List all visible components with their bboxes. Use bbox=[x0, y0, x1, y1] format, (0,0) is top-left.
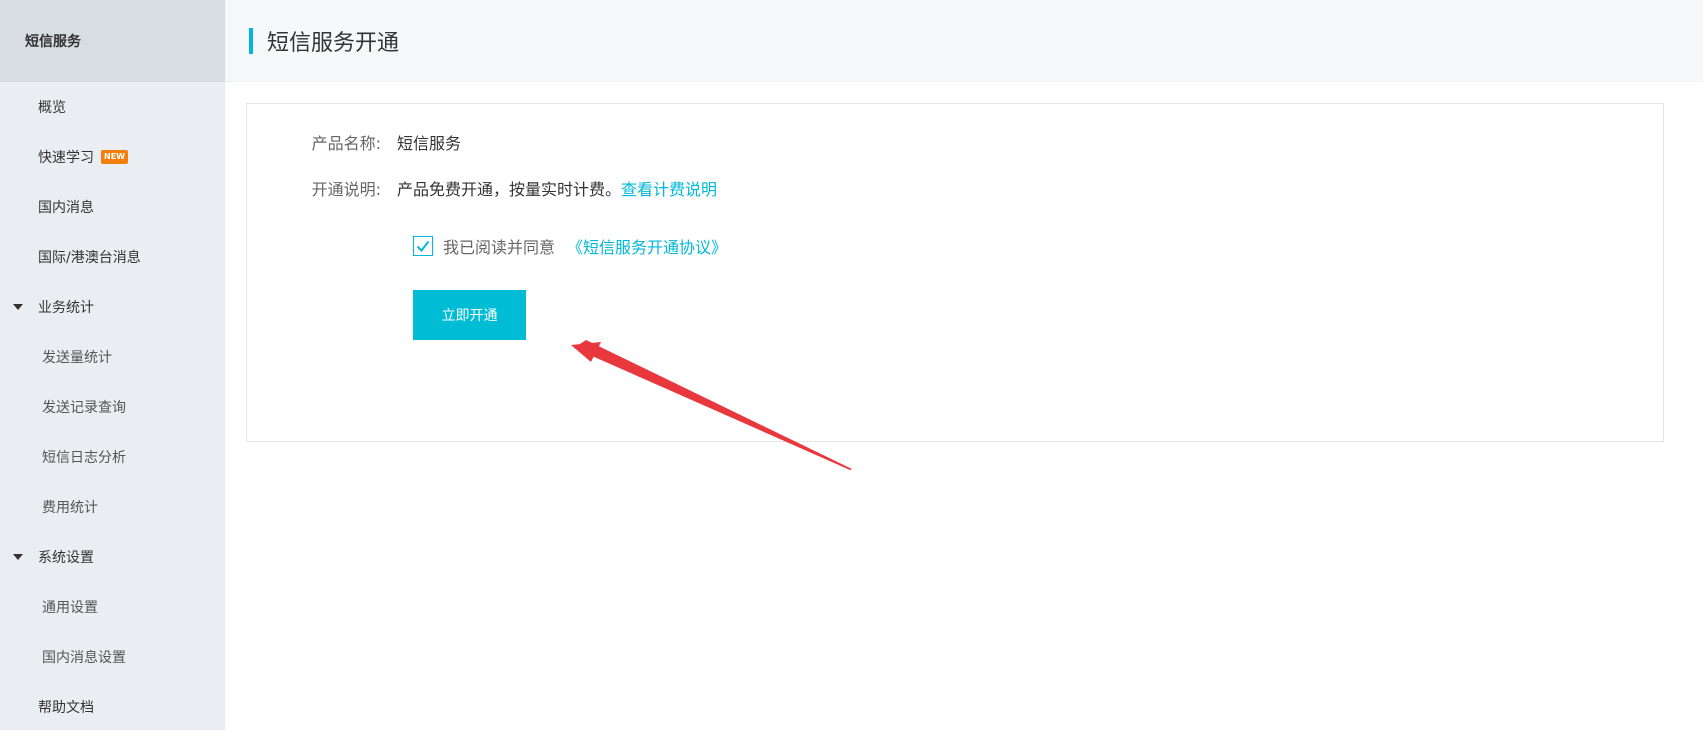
sidebar-item-label: 发送记录查询 bbox=[42, 400, 126, 416]
sidebar-item-label: 国内消息设置 bbox=[42, 650, 126, 666]
sidebar-item-domestic-messages[interactable]: 国内消息 bbox=[0, 182, 225, 232]
check-icon bbox=[416, 240, 430, 253]
billing-info-link[interactable]: 查看计费说明 bbox=[621, 176, 717, 200]
agreement-checkbox[interactable] bbox=[413, 236, 433, 256]
sidebar-item-domestic-message-settings[interactable]: 国内消息设置 bbox=[0, 632, 225, 682]
agreement-row: 我已阅读并同意 《短信服务开通协议》 bbox=[413, 234, 727, 258]
sidebar-item-system-settings[interactable]: 系统设置 bbox=[0, 532, 225, 582]
activate-button[interactable]: 立即开通 bbox=[413, 290, 526, 340]
sidebar-item-general-settings[interactable]: 通用设置 bbox=[0, 582, 225, 632]
sidebar-item-label: 费用统计 bbox=[42, 500, 98, 516]
activation-card: 产品名称: 短信服务 开通说明: 产品免费开通，按量实时计费。 查看计费说明 我… bbox=[246, 103, 1664, 442]
product-name-value: 短信服务 bbox=[397, 134, 462, 153]
sidebar-item-label: 国际/港澳台消息 bbox=[38, 250, 141, 266]
sidebar-item-label: 国内消息 bbox=[38, 200, 94, 216]
sidebar-item-label: 业务统计 bbox=[38, 300, 94, 316]
main-content: 短信服务开通 产品名称: 短信服务 开通说明: 产品免费开通，按量实时计费。 查… bbox=[225, 0, 1703, 730]
sidebar-item-label: 系统设置 bbox=[38, 550, 94, 566]
product-name-label: 产品名称: bbox=[311, 134, 381, 153]
sidebar-item-label: 概览 bbox=[38, 100, 66, 116]
sidebar-item-quick-learn[interactable]: 快速学习 NEW bbox=[0, 132, 225, 182]
sidebar-item-label: 通用设置 bbox=[42, 600, 98, 616]
description-row: 开通说明: 产品免费开通，按量实时计费。 查看计费说明 bbox=[247, 176, 717, 200]
sidebar-item-sms-log-analysis[interactable]: 短信日志分析 bbox=[0, 432, 225, 482]
page-title: 短信服务开通 bbox=[267, 30, 400, 56]
sidebar-item-international-messages[interactable]: 国际/港澳台消息 bbox=[0, 232, 225, 282]
sidebar-item-label: 发送量统计 bbox=[42, 350, 112, 366]
sidebar-item-label: 帮助文档 bbox=[38, 700, 94, 716]
caret-down-icon bbox=[13, 554, 23, 560]
sidebar-item-send-volume-stats[interactable]: 发送量统计 bbox=[0, 332, 225, 382]
description-label: 开通说明: bbox=[311, 180, 381, 199]
agreement-text: 我已阅读并同意 bbox=[443, 238, 556, 257]
title-accent-bar bbox=[249, 27, 253, 54]
page-header: 短信服务开通 bbox=[225, 0, 1703, 82]
sidebar-title[interactable]: 短信服务 bbox=[0, 0, 225, 82]
sidebar-item-business-stats[interactable]: 业务统计 bbox=[0, 282, 225, 332]
description-value: 产品免费开通，按量实时计费。 bbox=[397, 180, 622, 199]
sidebar: 短信服务 概览快速学习 NEW 国内消息国际/港澳台消息 业务统计发送量统计发送记录查… bbox=[0, 0, 225, 730]
product-name-row: 产品名称: 短信服务 bbox=[247, 130, 461, 154]
agreement-link[interactable]: 《短信服务开通协议》 bbox=[567, 234, 727, 258]
caret-down-icon bbox=[13, 304, 23, 310]
sidebar-item-overview[interactable]: 概览 bbox=[0, 82, 225, 132]
sidebar-item-label: 短信日志分析 bbox=[42, 450, 126, 466]
sidebar-nav: 概览快速学习 NEW 国内消息国际/港澳台消息 业务统计发送量统计发送记录查询 短信日志… bbox=[0, 82, 225, 732]
sidebar-item-label: 快速学习 bbox=[38, 150, 94, 166]
new-badge: NEW bbox=[101, 150, 128, 164]
sidebar-item-send-record-query[interactable]: 发送记录查询 bbox=[0, 382, 225, 432]
sidebar-item-cost-stats[interactable]: 费用统计 bbox=[0, 482, 225, 532]
sidebar-item-help-docs[interactable]: 帮助文档 bbox=[0, 682, 225, 732]
